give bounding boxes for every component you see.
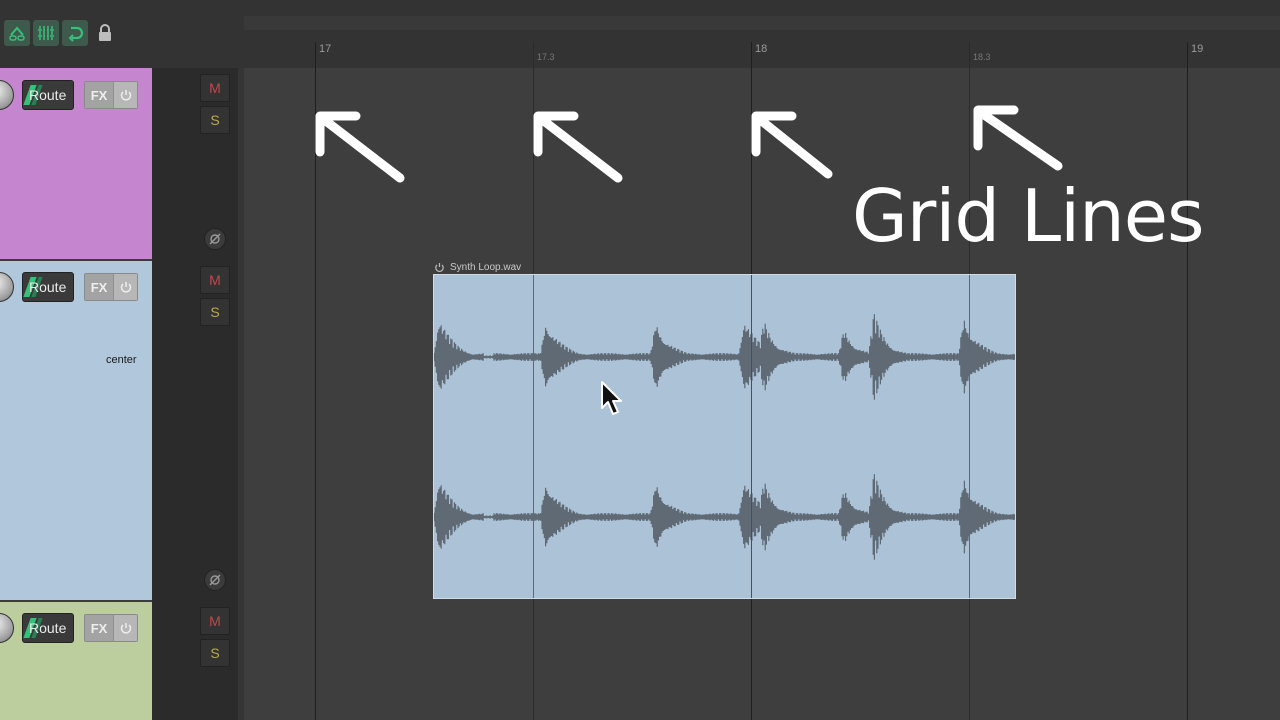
grid-snap-icon <box>38 26 54 40</box>
solo-button[interactable]: S <box>200 106 230 134</box>
grid-line <box>1187 42 1188 720</box>
item-name: Synth Loop.wav <box>450 261 522 273</box>
timeline-scroll-strip[interactable] <box>244 16 1280 30</box>
fx-button[interactable]: FX <box>85 615 114 641</box>
fx-power-button[interactable] <box>114 274 137 300</box>
power-icon <box>120 90 131 101</box>
route-button[interactable]: Route <box>22 272 74 302</box>
media-item[interactable] <box>433 274 1016 599</box>
fx-box[interactable]: FX <box>84 614 138 642</box>
ruler-mark-17-3: 17.3 <box>537 52 555 62</box>
item-header[interactable]: Synth Loop.wav <box>434 260 521 274</box>
phase-icon <box>209 574 221 586</box>
ruler-mark-19: 19 <box>1191 43 1204 55</box>
route-label: Route <box>29 620 67 636</box>
envelope-link-icon <box>9 26 25 41</box>
mute-button[interactable]: M <box>200 74 230 102</box>
annotation-arrow-icon <box>533 111 623 183</box>
power-icon <box>120 282 131 293</box>
ruler-mark-18: 18 <box>755 43 768 55</box>
loop-icon <box>68 26 84 42</box>
ruler-mark-18-3: 18.3 <box>973 52 991 62</box>
power-icon <box>435 262 444 272</box>
route-label: Route <box>29 87 67 103</box>
track-panel-2[interactable] <box>0 261 152 600</box>
waveform <box>434 314 1015 560</box>
grid-line <box>533 275 534 598</box>
phase-icon <box>209 233 221 245</box>
pan-label: center <box>106 354 137 366</box>
envelope-link-button[interactable] <box>4 20 30 46</box>
fx-power-button[interactable] <box>114 615 137 641</box>
route-button[interactable]: Route <box>22 80 74 110</box>
power-icon <box>120 623 131 634</box>
divider <box>238 68 244 720</box>
mute-button[interactable]: M <box>200 607 230 635</box>
fx-button[interactable]: FX <box>85 274 114 300</box>
loop-button[interactable] <box>62 20 88 46</box>
fx-power-button[interactable] <box>114 82 137 108</box>
fx-button[interactable]: FX <box>85 82 114 108</box>
fx-box[interactable]: FX <box>84 81 138 109</box>
route-label: Route <box>29 279 67 295</box>
phase-invert-button[interactable] <box>204 228 226 250</box>
annotation-arrow-icon <box>973 105 1063 171</box>
mute-button[interactable]: M <box>200 266 230 294</box>
route-button[interactable]: Route <box>22 613 74 643</box>
top-toolbar <box>0 0 1280 68</box>
annotation-arrow-icon <box>751 111 833 179</box>
mouse-cursor-icon <box>601 381 622 415</box>
solo-button[interactable]: S <box>200 298 230 326</box>
grid-line <box>969 275 970 598</box>
fx-box[interactable]: FX <box>84 273 138 301</box>
annotation-arrow-icon <box>315 111 405 183</box>
solo-button[interactable]: S <box>200 639 230 667</box>
grid-snap-button[interactable] <box>33 20 59 46</box>
lock-icon[interactable] <box>96 24 114 47</box>
phase-invert-button[interactable] <box>204 569 226 591</box>
grid-line <box>751 275 752 598</box>
ruler-mark-17: 17 <box>319 43 332 55</box>
annotation-label: Grid Lines <box>852 174 1205 258</box>
